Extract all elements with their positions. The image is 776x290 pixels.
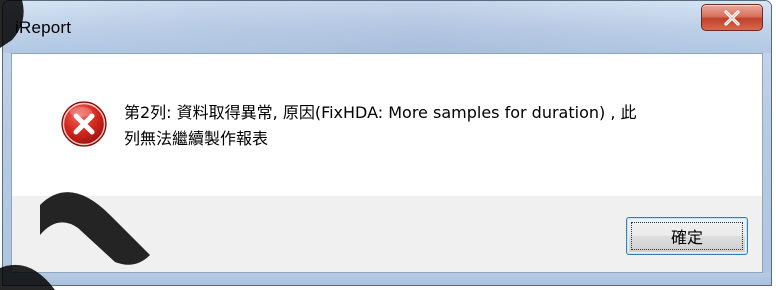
error-icon: [61, 101, 107, 147]
window-bottom-border: [3, 273, 771, 285]
title-bar[interactable]: iReport: [3, 1, 771, 53]
close-x-icon: [724, 9, 740, 26]
close-button[interactable]: [701, 4, 763, 31]
message-line-1: 第2列: 資料取得異常, 原因(FixHDA: More samples for…: [124, 103, 637, 122]
message-line-2: 列無法繼續製作報表: [124, 129, 269, 148]
ok-button[interactable]: 確定: [626, 217, 748, 255]
error-message: 第2列: 資料取得異常, 原因(FixHDA: More samples for…: [124, 100, 744, 152]
button-bar: 確定: [11, 196, 763, 273]
focus-ring: [631, 222, 743, 250]
window-title: iReport: [15, 18, 72, 37]
message-area: 第2列: 資料取得異常, 原因(FixHDA: More samples for…: [11, 53, 763, 196]
dialog-window: iReport 第2列: 資料取得異常, 原因(FixHDA: More sam…: [2, 0, 772, 286]
